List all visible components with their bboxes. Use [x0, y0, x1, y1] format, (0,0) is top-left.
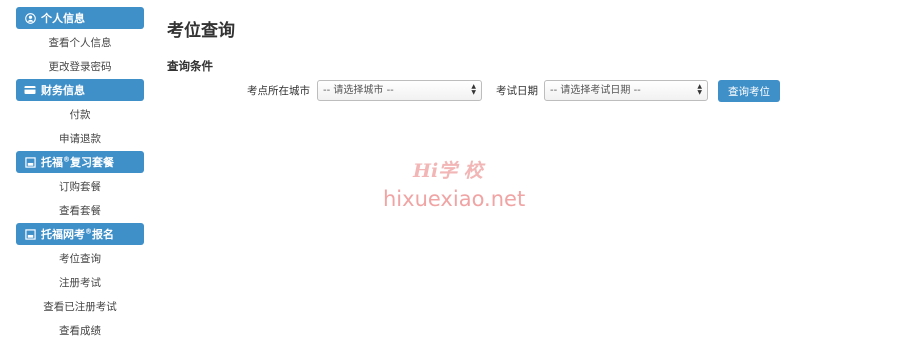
sidebar-item-view-registered-exams[interactable]: 查看已注册考试	[16, 295, 144, 319]
sidebar-header-toefl-prep[interactable]: 托福®复习套餐	[16, 151, 144, 173]
sidebar-item-payment[interactable]: 付款	[16, 103, 144, 127]
sidebar-item-view-package[interactable]: 查看套餐	[16, 199, 144, 223]
sidebar-item-register-exam[interactable]: 注册考试	[16, 271, 144, 295]
city-select[interactable]: -- 请选择城市 -- ▲ ▼	[317, 80, 482, 101]
page-title: 考位查询	[167, 21, 235, 41]
sidebar-item-view-personal-info[interactable]: 查看个人信息	[16, 31, 144, 55]
sidebar-item-change-password[interactable]: 更改登录密码	[16, 55, 144, 79]
select-arrows-icon: ▲ ▼	[697, 83, 702, 96]
sidebar-header-toefl-registration[interactable]: 托福网考®报名	[16, 223, 144, 245]
query-seat-button[interactable]: 查询考位	[718, 80, 780, 102]
book-icon	[24, 156, 36, 168]
sidebar-item-view-scores[interactable]: 查看成绩	[16, 319, 144, 343]
date-select[interactable]: -- 请选择考试日期 -- ▲ ▼	[544, 80, 708, 101]
sidebar-header-label: 托福网考®报名	[41, 227, 114, 241]
sidebar-header-label: 个人信息	[41, 12, 85, 25]
sidebar-header-label: 财务信息	[41, 84, 85, 97]
sidebar-header-finance-info[interactable]: 财务信息	[16, 79, 144, 101]
sidebar: 个人信息 查看个人信息 更改登录密码 财务信息 付款 申请退款 托福®复习套餐 …	[16, 7, 144, 343]
sidebar-item-order-package[interactable]: 订购套餐	[16, 175, 144, 199]
sidebar-header-personal-info[interactable]: 个人信息	[16, 7, 144, 29]
date-select-value: -- 请选择考试日期 --	[550, 85, 641, 96]
watermark-url: hixuexiao.net	[383, 187, 526, 211]
user-circle-icon	[24, 12, 36, 24]
date-label: 考试日期	[496, 85, 538, 97]
book-icon	[24, 228, 36, 240]
sidebar-header-label: 托福®复习套餐	[41, 155, 114, 169]
conditions-title: 查询条件	[167, 59, 213, 73]
sidebar-item-seat-query[interactable]: 考位查询	[16, 247, 144, 271]
credit-card-icon	[24, 84, 36, 96]
watermark-logo: Hi学 校	[413, 160, 483, 182]
sidebar-item-refund[interactable]: 申请退款	[16, 127, 144, 151]
city-select-value: -- 请选择城市 --	[323, 85, 394, 96]
select-arrows-icon: ▲ ▼	[471, 83, 476, 96]
city-label: 考点所在城市	[247, 85, 310, 97]
